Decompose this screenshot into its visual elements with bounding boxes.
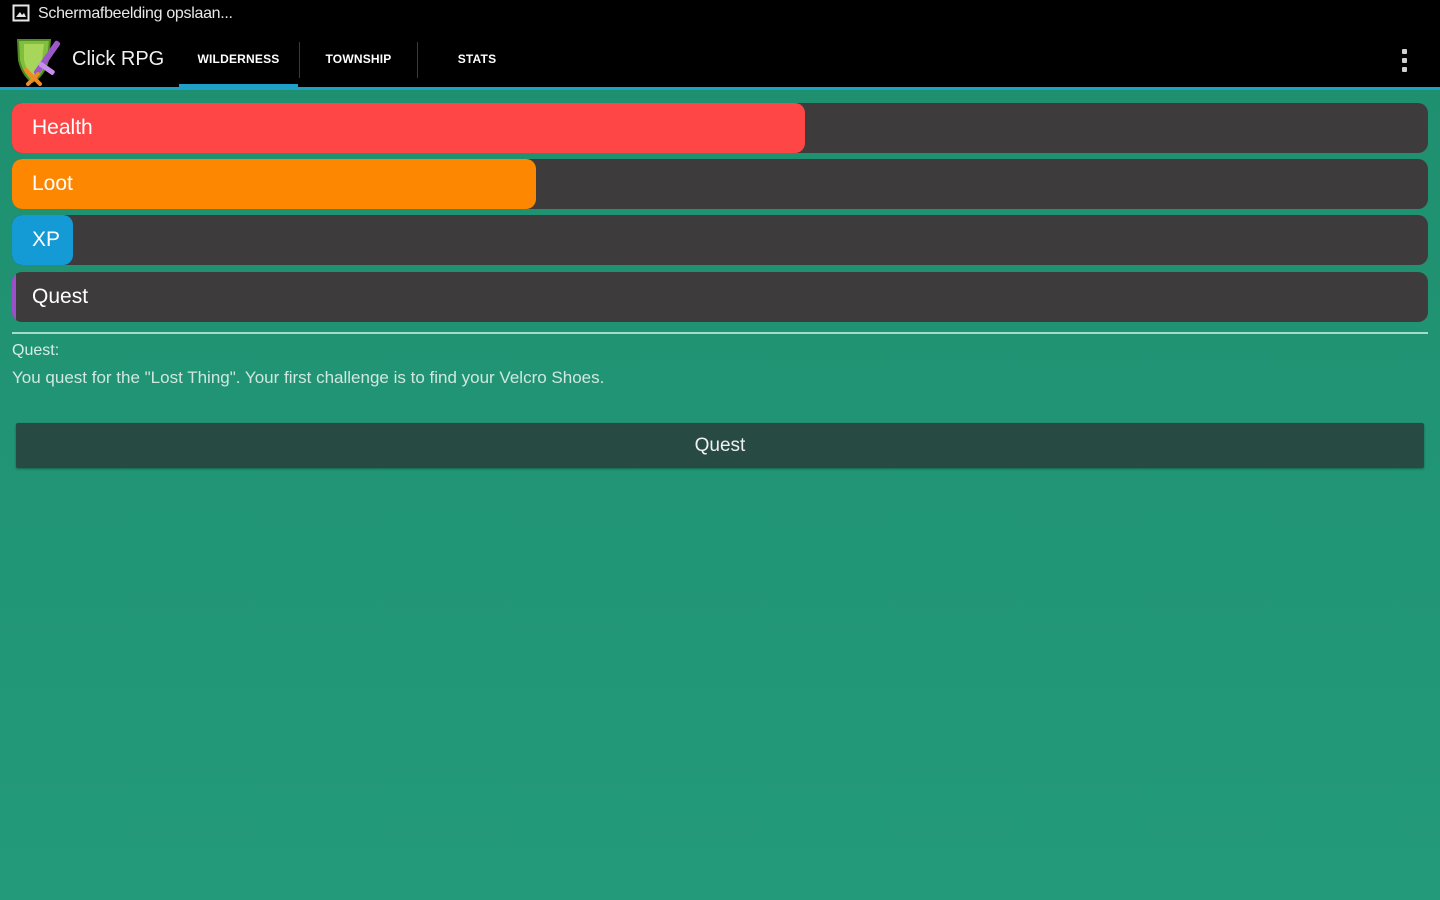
screenshot-icon <box>12 4 30 22</box>
quest-description: You quest for the "Lost Thing". Your fir… <box>12 368 605 387</box>
xp-label: XP <box>32 228 61 251</box>
tab-label: STATS <box>457 52 497 66</box>
more-vertical-icon[interactable] <box>1392 44 1416 76</box>
tab-township[interactable]: TOWNSHIP <box>300 28 417 90</box>
loot-label: Loot <box>32 172 73 195</box>
xp-bar: XP <box>12 215 1428 265</box>
status-bar: Schermafbeelding opslaan... <box>0 0 1440 28</box>
health-bar-fill <box>12 103 805 153</box>
app-title: Click RPG <box>72 48 165 70</box>
tab-label: TOWNSHIP <box>325 52 392 66</box>
tab-wilderness[interactable]: WILDERNESS <box>179 28 298 90</box>
quest-label: Quest <box>32 285 89 308</box>
notification-text: Schermafbeelding opslaan... <box>38 5 233 22</box>
health-label: Health <box>32 116 93 139</box>
action-bar: Click RPG WILDERNESS TOWNSHIP STATS <box>0 28 1440 90</box>
tab-label: WILDERNESS <box>197 52 280 66</box>
quest-button-label: Quest <box>694 434 746 456</box>
quest-heading: Quest: <box>12 342 60 359</box>
tab-stats[interactable]: STATS <box>418 28 536 90</box>
quest-button[interactable]: Quest <box>16 423 1424 468</box>
divider <box>12 332 1428 334</box>
shield-swords-icon <box>16 39 61 86</box>
quest-bar-fill <box>12 272 16 322</box>
loot-bar-fill <box>12 159 536 209</box>
quest-bar: Quest <box>12 272 1428 322</box>
loot-bar: Loot <box>12 159 1428 209</box>
health-bar: Health <box>12 103 1428 153</box>
